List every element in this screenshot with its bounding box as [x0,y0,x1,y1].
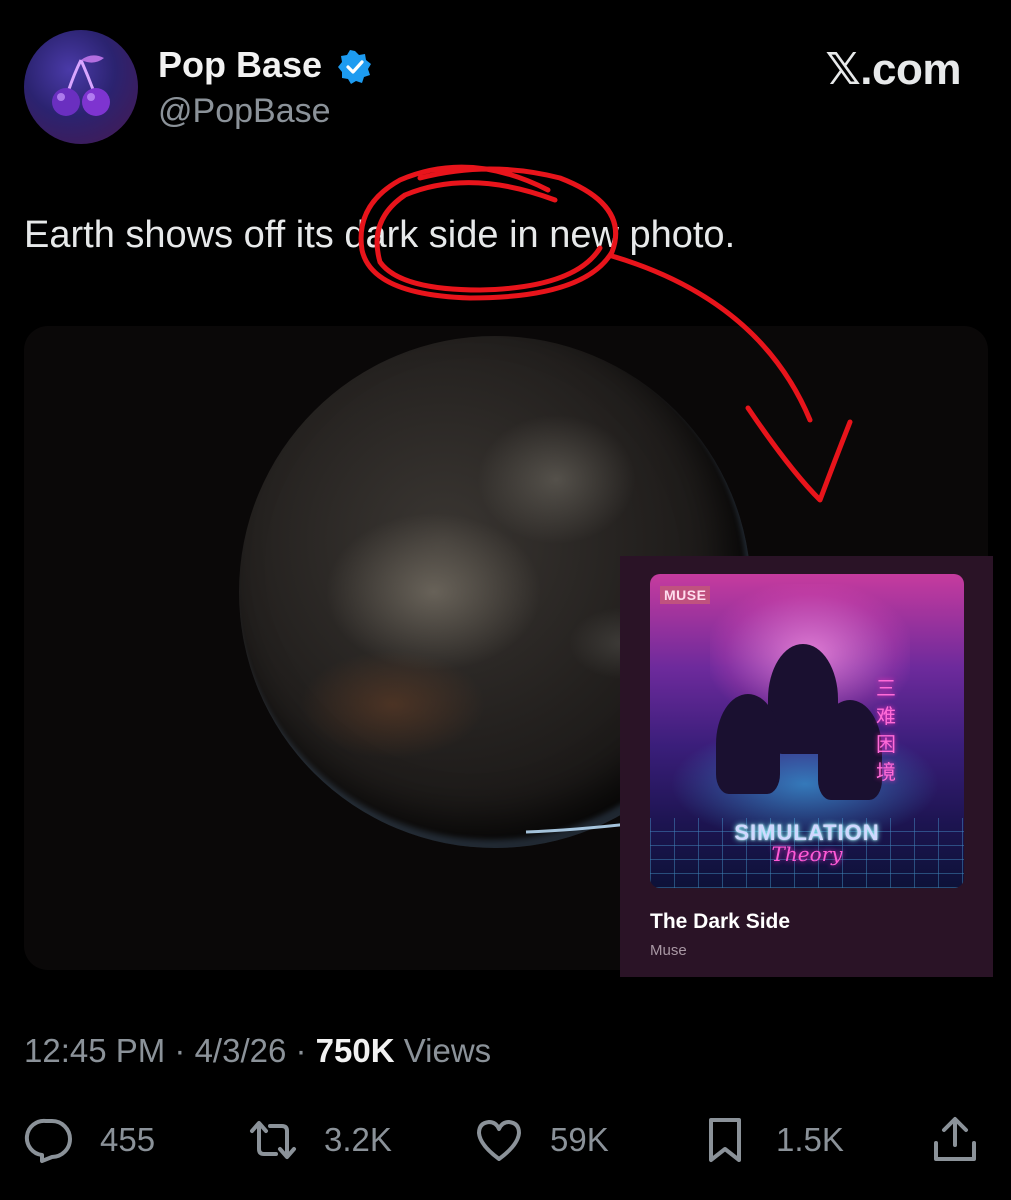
like-count: 59K [550,1121,609,1158]
display-name[interactable]: Pop Base [158,44,322,86]
views-label: Views [403,1032,492,1069]
reply-button[interactable]: 455 [24,1112,155,1168]
tweet-time[interactable]: 12:45 PM [24,1032,165,1069]
avatar[interactable] [24,30,138,144]
bookmark-count: 1.5K [776,1121,844,1158]
tweet-date[interactable]: 4/3/26 [195,1032,287,1069]
album-art-band-label: MUSE [660,586,711,604]
album-art: MUSE 三 难 困 境 SIMULATION Theory [650,574,964,888]
share-button[interactable] [930,1112,980,1168]
reply-icon [24,1118,72,1163]
album-art-side-text: 三 难 困 境 [876,676,896,784]
tweet-text: Earth shows off its dark side in new pho… [24,214,736,256]
handle[interactable]: @PopBase [158,92,331,131]
like-button[interactable]: 59K [474,1112,609,1168]
repost-button[interactable]: 3.2K [248,1112,392,1168]
album-card[interactable]: MUSE 三 难 困 境 SIMULATION Theory The Dark … [620,556,993,977]
verified-badge-icon [338,50,371,84]
reply-count: 455 [100,1121,156,1158]
repost-icon [250,1121,296,1159]
bookmark-button[interactable]: 1.5K [700,1112,844,1168]
heart-icon [477,1120,521,1161]
share-icon [934,1117,976,1161]
views-count: 750K [315,1032,395,1069]
site-label: 𝕏.com [825,45,961,94]
track-artist[interactable]: Muse [650,942,687,959]
meta-separator: · [165,1032,195,1069]
meta-separator: · [286,1032,316,1069]
bookmark-icon [709,1118,741,1162]
cherries-icon [52,55,110,116]
repost-count: 3.2K [324,1121,392,1158]
tweet-meta: 12:45 PM · 4/3/26 · 750K Views [24,1032,491,1070]
track-title[interactable]: The Dark Side [650,910,790,934]
album-art-subtitle: Theory [771,842,843,866]
